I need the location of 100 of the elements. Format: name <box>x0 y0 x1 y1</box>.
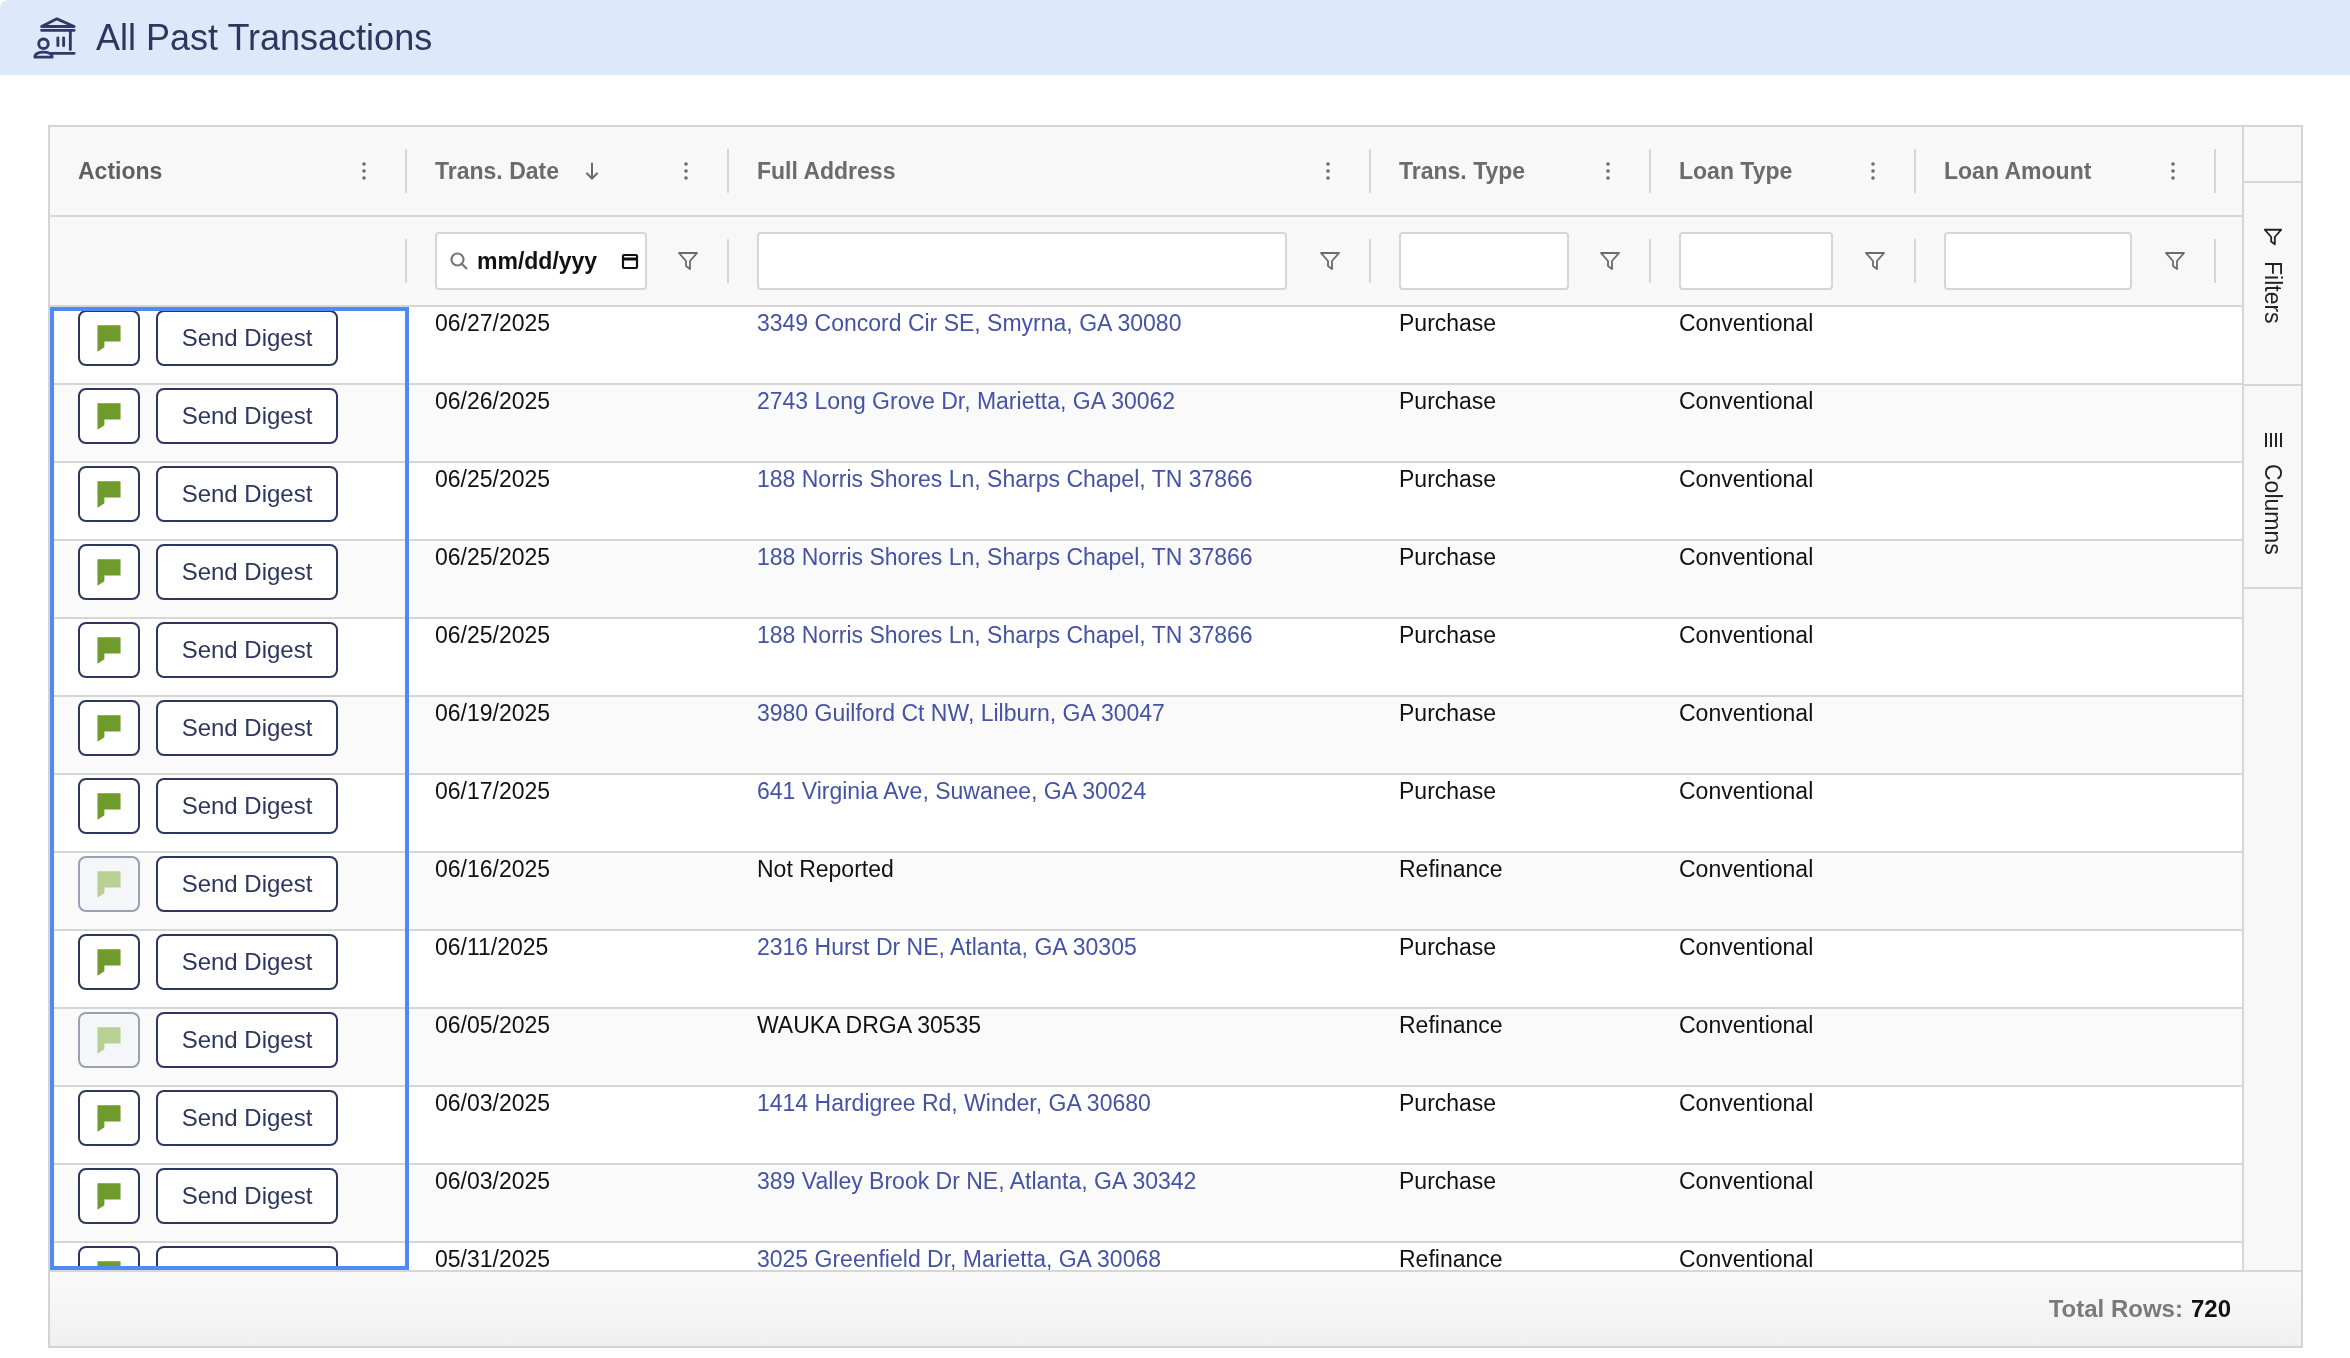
send-digest-button[interactable]: Send Digest <box>156 310 338 366</box>
date-cell: 06/05/2025 <box>435 1012 551 1038</box>
date-filter-field[interactable]: mm/dd/yyy <box>435 232 647 290</box>
side-panel-tab[interactable]: Columns <box>2244 386 2301 589</box>
property-icon-button[interactable] <box>78 622 140 678</box>
address-link[interactable]: 3025 Greenfield Dr, Marietta, GA 30068 <box>757 1246 1162 1270</box>
loan-type-cell: Conventional <box>1679 1090 1814 1116</box>
send-digest-button[interactable]: Send Digest <box>156 778 338 834</box>
address-link[interactable]: 2316 Hurst Dr NE, Atlanta, GA 30305 <box>757 934 1137 960</box>
column-header[interactable]: Full Address <box>757 157 896 185</box>
filter-icon <box>2262 227 2283 247</box>
filter-icon[interactable] <box>2164 250 2186 272</box>
address-link[interactable]: 188 Norris Shores Ln, Sharps Chapel, TN 37866 <box>757 544 1253 570</box>
flag-icon <box>95 791 123 821</box>
flag-icon <box>95 401 123 431</box>
trans-type-cell: Purchase <box>1399 388 1497 414</box>
date-cell: 06/17/2025 <box>435 778 551 804</box>
send-digest-button[interactable]: Send Digest <box>156 544 338 600</box>
flag-icon <box>95 635 123 665</box>
send-digest-button[interactable]: Send Digest <box>156 1012 338 1068</box>
send-digest-button[interactable]: Send Digest <box>156 1168 338 1224</box>
column-header[interactable]: Trans. Date <box>435 157 559 185</box>
filter-field[interactable] <box>1944 232 2132 290</box>
address-link[interactable]: 2743 Long Grove Dr, Marietta, GA 30062 <box>757 388 1176 414</box>
send-digest-button[interactable]: Send Digest <box>156 388 338 444</box>
address-link[interactable]: 3980 Guilford Ct NW, Lilburn, GA 30047 <box>757 700 1165 726</box>
trans-type-cell: Refinance <box>1399 1012 1503 1038</box>
column-menu-icon[interactable] <box>683 161 689 181</box>
column-menu-icon[interactable] <box>1870 161 1876 181</box>
trans-type-cell: Purchase <box>1399 778 1497 804</box>
trans-type-cell: Purchase <box>1399 1090 1497 1116</box>
trans-type-cell: Purchase <box>1399 700 1497 726</box>
property-icon-button[interactable] <box>78 700 140 756</box>
send-digest-button[interactable]: Send Digest <box>156 466 338 522</box>
trans-type-cell: Purchase <box>1399 544 1497 570</box>
loan-type-cell: Conventional <box>1679 310 1814 336</box>
send-digest-button[interactable]: Send Digest <box>156 934 338 990</box>
filter-field[interactable] <box>757 232 1287 290</box>
column-menu-icon[interactable] <box>1605 161 1611 181</box>
filter-icon[interactable] <box>1599 250 1621 272</box>
column-header[interactable]: Loan Type <box>1679 157 1793 185</box>
trans-type-cell: Purchase <box>1399 466 1497 492</box>
property-icon-button[interactable] <box>78 388 140 444</box>
flag-icon <box>95 1025 123 1055</box>
filter-icon[interactable] <box>1319 250 1341 272</box>
property-icon-button[interactable] <box>78 934 140 990</box>
date-cell: 06/27/2025 <box>435 310 551 336</box>
address-link[interactable]: 389 Valley Brook Dr NE, Atlanta, GA 30342 <box>757 1168 1197 1194</box>
property-icon-button[interactable] <box>78 544 140 600</box>
sort-descending-icon[interactable] <box>585 161 599 181</box>
filter-field[interactable] <box>1679 232 1833 290</box>
property-icon-button[interactable] <box>78 778 140 834</box>
property-icon-button[interactable] <box>78 466 140 522</box>
loan-type-cell: Conventional <box>1679 1168 1814 1194</box>
trans-type-cell: Purchase <box>1399 934 1497 960</box>
date-cell: 06/25/2025 <box>435 544 551 570</box>
trans-type-cell: Purchase <box>1399 1168 1497 1194</box>
send-digest-button[interactable]: Send Digest <box>156 856 338 912</box>
side-panel-tab[interactable]: Filters <box>2244 183 2301 386</box>
column-menu-icon[interactable] <box>1325 161 1331 181</box>
loan-type-cell: Conventional <box>1679 700 1814 726</box>
flag-icon <box>95 323 123 353</box>
address-cell: WAUKA DRGA 30535 <box>757 1012 982 1038</box>
address-link[interactable]: 1414 Hardigree Rd, Winder, GA 30680 <box>757 1090 1151 1116</box>
address-link[interactable]: 188 Norris Shores Ln, Sharps Chapel, TN 37866 <box>757 622 1253 648</box>
address-link[interactable]: 641 Virginia Ave, Suwanee, GA 30024 <box>757 778 1147 804</box>
filter-icon[interactable] <box>677 250 699 272</box>
date-cell: 06/19/2025 <box>435 700 551 726</box>
filter-icon[interactable] <box>1864 250 1886 272</box>
column-menu-icon[interactable] <box>361 161 367 181</box>
loan-type-cell: Conventional <box>1679 856 1814 882</box>
flag-icon <box>95 869 123 899</box>
loan-type-cell: Conventional <box>1679 934 1814 960</box>
address-link[interactable]: 3349 Concord Cir SE, Smyrna, GA 30080 <box>757 310 1182 336</box>
send-digest-button[interactable]: Send Digest <box>156 700 338 756</box>
address-link[interactable]: 188 Norris Shores Ln, Sharps Chapel, TN 37866 <box>757 466 1253 492</box>
property-icon-button[interactable] <box>78 1090 140 1146</box>
column-header[interactable]: Actions <box>78 157 163 185</box>
flag-icon <box>95 713 123 743</box>
loan-type-cell: Conventional <box>1679 622 1814 648</box>
flag-icon <box>95 1103 123 1133</box>
property-icon-button[interactable] <box>78 1168 140 1224</box>
loan-type-cell: Conventional <box>1679 778 1814 804</box>
flag-icon <box>95 557 123 587</box>
send-digest-button[interactable]: Send Digest <box>156 1090 338 1146</box>
columns-icon <box>2262 430 2283 450</box>
date-cell: 06/03/2025 <box>435 1168 551 1194</box>
date-cell: 06/25/2025 <box>435 622 551 648</box>
loan-type-cell: Conventional <box>1679 388 1814 414</box>
column-header[interactable]: Trans. Type <box>1399 157 1526 185</box>
property-icon-button[interactable] <box>78 310 140 366</box>
column-header[interactable]: Loan Amount <box>1944 157 2092 185</box>
date-cell: 05/31/2025 <box>435 1246 551 1270</box>
filter-field[interactable] <box>1399 232 1569 290</box>
trans-type-cell: Refinance <box>1399 1246 1503 1270</box>
send-digest-button[interactable]: Send Digest <box>156 622 338 678</box>
bank-person-icon <box>32 15 78 60</box>
column-menu-icon[interactable] <box>2170 161 2176 181</box>
calendar-icon[interactable] <box>621 252 639 270</box>
flag-icon <box>95 1181 123 1211</box>
